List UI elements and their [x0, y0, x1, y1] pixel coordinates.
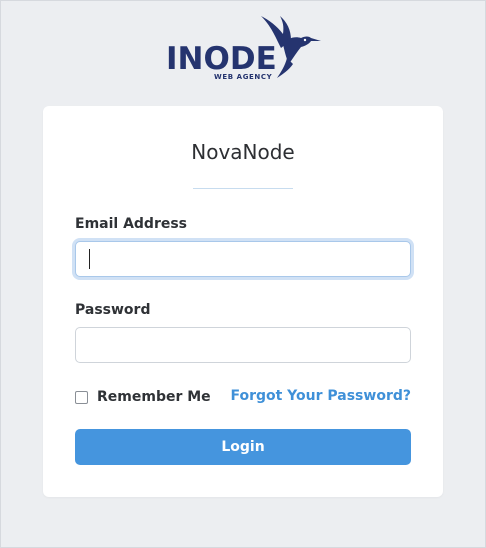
- remember-me[interactable]: Remember Me: [75, 388, 211, 406]
- forgot-password-link[interactable]: Forgot Your Password?: [230, 388, 411, 404]
- title-divider: [193, 188, 293, 189]
- login-card: NovaNode Email Address Password Remember…: [43, 106, 443, 497]
- text-cursor: [89, 249, 90, 269]
- email-field[interactable]: [75, 241, 411, 277]
- remember-checkbox[interactable]: [75, 390, 88, 404]
- remember-label: Remember Me: [97, 389, 211, 405]
- password-label: Password: [75, 302, 151, 318]
- password-field[interactable]: [75, 327, 411, 363]
- login-button[interactable]: Login: [75, 429, 411, 465]
- email-label: Email Address: [75, 216, 188, 232]
- card-title: NovaNode: [191, 140, 295, 164]
- hummingbird-icon: [261, 16, 321, 78]
- brand-logo: INODE WEB AGENCY: [166, 14, 321, 84]
